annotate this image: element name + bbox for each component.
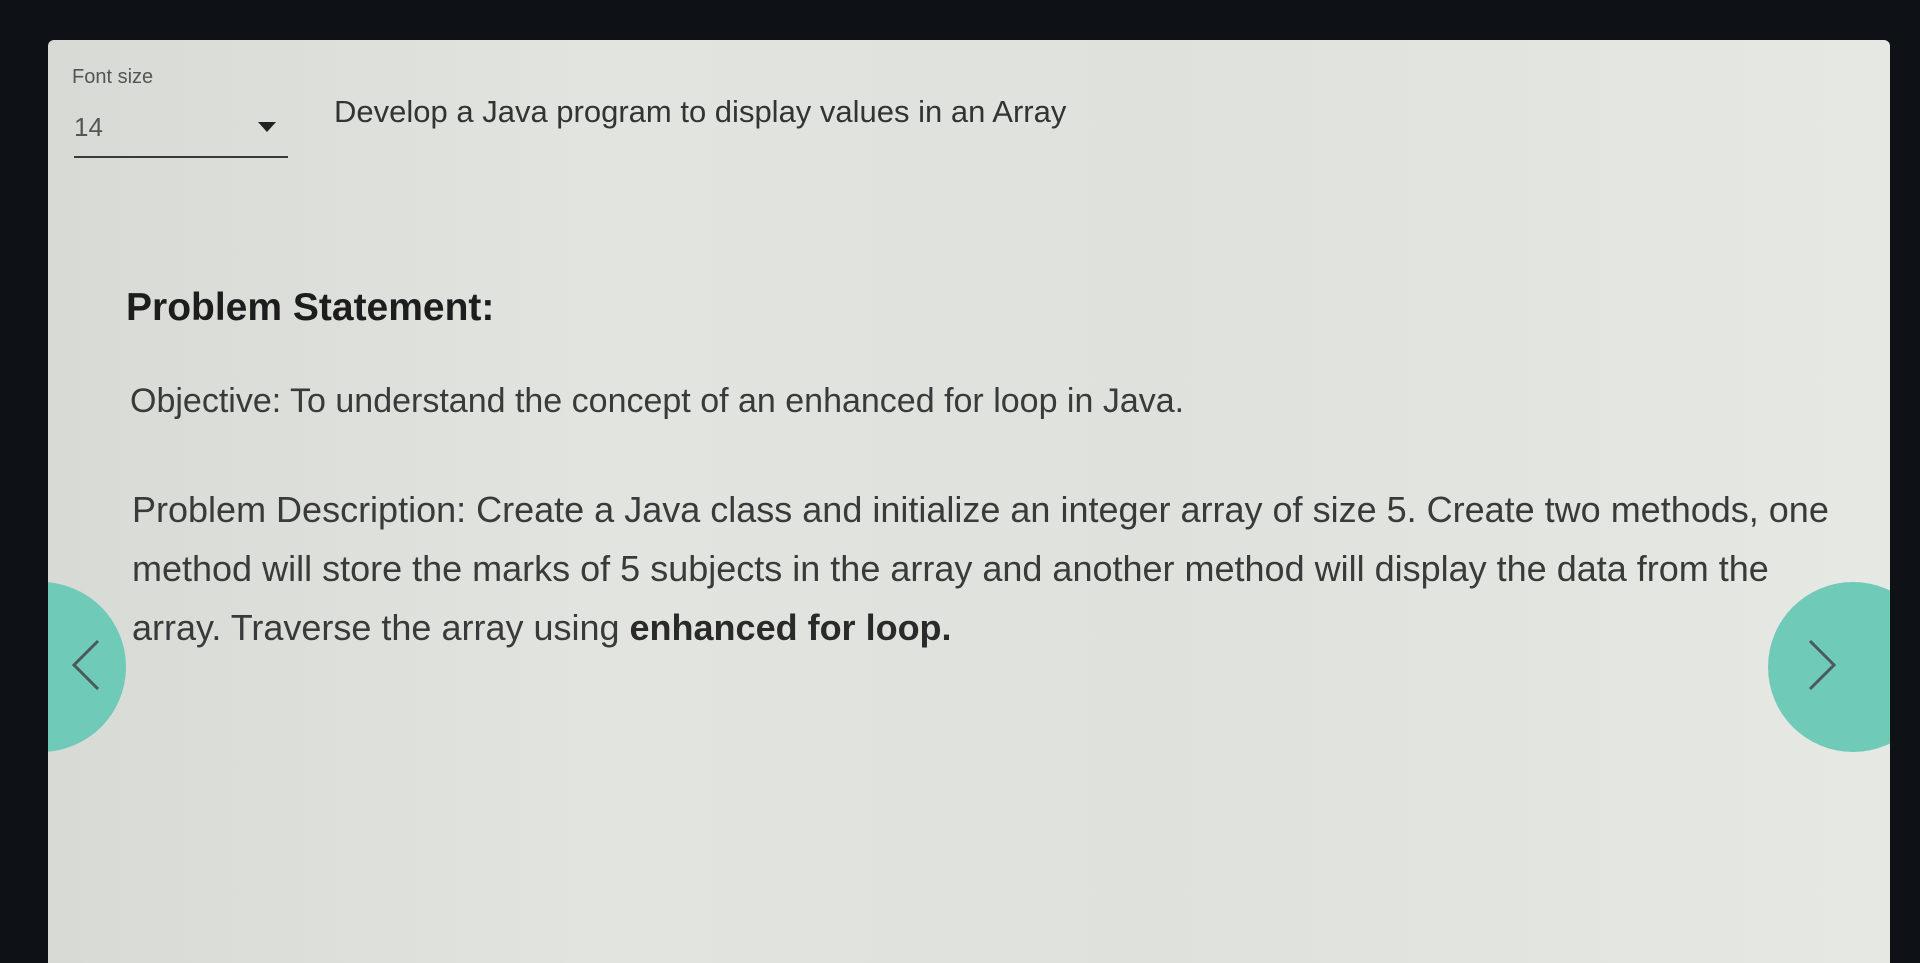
objective-label: Objective: <box>130 382 282 420</box>
chevron-right-icon <box>1808 639 1837 691</box>
problem-statement-heading: Problem Statement: <box>126 286 495 329</box>
font-size-label: Font size <box>72 66 154 88</box>
previous-button[interactable] <box>48 582 126 752</box>
description-emphasis: enhanced for loop. <box>629 607 952 648</box>
objective-body: To understand the concept of an enhanced… <box>281 382 1185 420</box>
app-window: Font size 14 Develop a Java program to d… <box>48 40 1890 963</box>
description-label: Problem Description: <box>132 489 467 530</box>
question-title: Develop a Java program to display values… <box>334 94 1067 129</box>
objective-text: Objective: To understand the concept of … <box>130 382 1184 421</box>
problem-description: Problem Description: Create a Java class… <box>132 480 1862 657</box>
font-size-dropdown[interactable]: 14 <box>74 110 288 158</box>
dropdown-arrow-icon <box>258 122 276 132</box>
font-size-value: 14 <box>74 112 103 142</box>
chevron-left-icon <box>71 639 100 691</box>
